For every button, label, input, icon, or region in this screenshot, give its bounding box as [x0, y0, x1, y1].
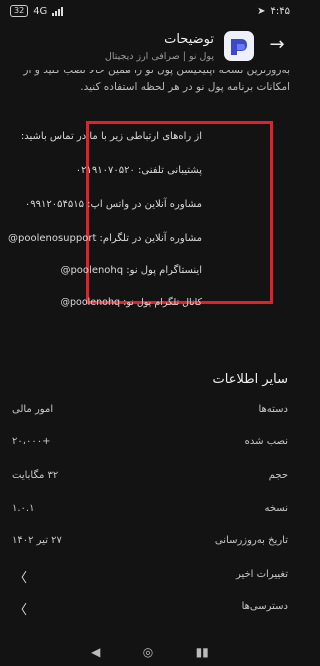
status-right: ➤ ۴:۴۵ — [257, 6, 290, 17]
info-label: دسته‌ها — [258, 404, 288, 415]
contact-phone: پشتیبانی تلفنی: ۰۲۱۹۱۰۷۰۵۲۰ — [75, 165, 202, 176]
info-row-size: حجم ۳۲ مگابایت — [0, 470, 300, 490]
info-label: تغییرات اخیر — [235, 569, 288, 580]
chevron-left-icon: 〈 — [14, 571, 28, 586]
network-label: 4G — [33, 5, 48, 17]
contact-telegram-support: مشاوره آنلاین در تلگرام: poolenosupport@ — [8, 233, 202, 244]
info-value: +۲۰،۰۰۰ — [12, 436, 51, 447]
info-label: حجم — [268, 470, 288, 481]
info-row-permissions[interactable]: دسترسی‌ها 〈 — [0, 601, 300, 621]
chevron-left-icon: 〈 — [14, 603, 28, 618]
nav-back-icon[interactable]: ◀ — [91, 645, 100, 659]
contact-intro: از راه‌های ارتباطی زیر با ما در تماس باش… — [20, 131, 202, 142]
info-row-installs: نصب شده +۲۰،۰۰۰ — [0, 436, 300, 456]
battery-icon: 32 — [10, 5, 29, 17]
contact-instagram: اینستاگرام پول نو: poolenohq@ — [60, 265, 202, 276]
signal-icon — [52, 6, 64, 16]
info-label: نصب شده — [244, 436, 288, 447]
info-row-categories: دسته‌ها امور مالی — [0, 404, 300, 424]
info-value: ۳۲ مگابایت — [12, 470, 59, 481]
status-time: ۴:۴۵ — [270, 5, 290, 17]
info-label: دسترسی‌ها — [241, 601, 288, 612]
info-row-update-date: تاریخ به‌روزرسانی ۲۷ تیر ۱۴۰۲ — [0, 535, 300, 555]
contact-whatsapp: مشاوره آنلاین در واتس اپ: ۰۹۹۱۲۰۵۴۵۱۵ — [24, 199, 202, 210]
info-row-version: نسخه ۱.۰.۱ — [0, 503, 300, 523]
arrow-right-icon[interactable]: → — [264, 32, 290, 58]
info-row-recent-changes[interactable]: تغییرات اخیر 〈 — [0, 569, 300, 589]
info-label: تاریخ به‌روزرسانی — [214, 535, 288, 546]
status-bar: 32 4G ➤ ۴:۴۵ — [0, 0, 300, 22]
description-line-2: امکانات برنامه پول نو در هر لحظه استفاده… — [80, 81, 290, 93]
system-nav-bar: ◀ ◎ ▮▮ — [0, 638, 300, 666]
info-value: ۲۷ تیر ۱۴۰۲ — [12, 535, 62, 546]
poolno-logo-icon — [224, 31, 254, 61]
location-icon: ➤ — [257, 5, 266, 17]
status-left: 32 4G — [10, 5, 64, 17]
contact-highlight-box — [86, 121, 273, 304]
app-bar: → توضیحات پول نو | صرافی ارز دیجیتال — [0, 22, 300, 70]
info-value: ۱.۰.۱ — [12, 503, 35, 514]
page-title: توضیحات — [164, 32, 214, 47]
contact-telegram-channel: کانال تلگرام پول نو: poolenohq@ — [60, 297, 202, 308]
info-label: نسخه — [264, 503, 288, 514]
nav-recents-icon[interactable]: ▮▮ — [196, 645, 209, 659]
section-title-other-info: سایر اطلاعات — [212, 372, 288, 387]
app-subtitle: پول نو | صرافی ارز دیجیتال — [104, 51, 214, 62]
info-value: امور مالی — [12, 404, 54, 415]
nav-home-icon[interactable]: ◎ — [143, 645, 153, 659]
